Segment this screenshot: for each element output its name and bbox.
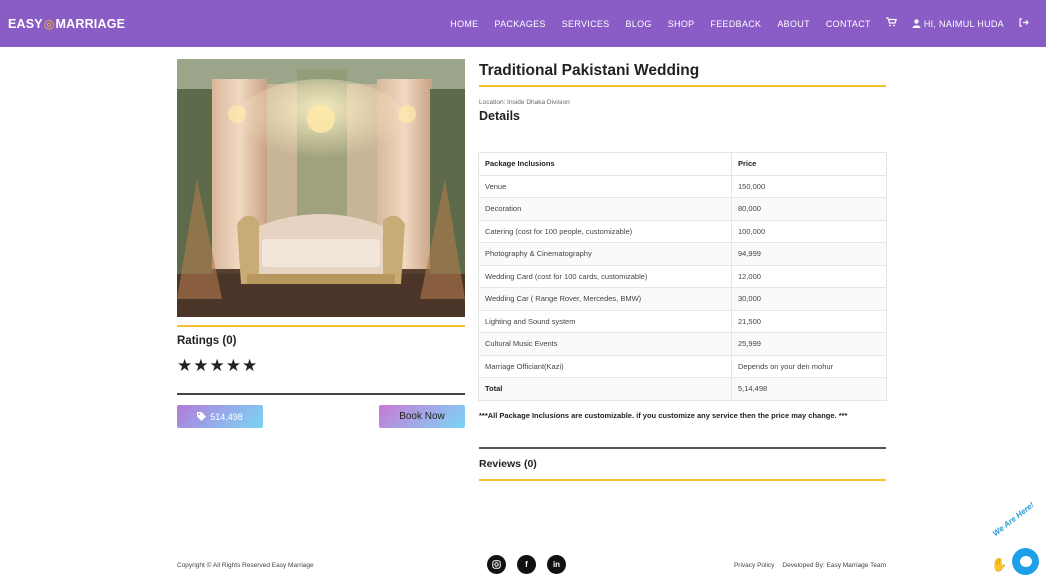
- footer-copyright: Copyright © All Rights Reserved Easy Mar…: [177, 562, 314, 569]
- total-label: Total: [478, 377, 732, 401]
- row-item: Decoration: [478, 197, 732, 221]
- cart-icon[interactable]: [879, 17, 904, 30]
- package-title: Traditional Pakistani Wedding: [479, 62, 700, 79]
- nav-services[interactable]: SERVICES: [554, 19, 618, 29]
- chat-bubble-icon[interactable]: [1012, 548, 1039, 575]
- nav-about[interactable]: ABOUT: [769, 19, 818, 29]
- divider-dark: [177, 393, 465, 395]
- developed-by: Developed By: Easy Marriage Team: [782, 562, 886, 569]
- table-row: Lighting and Sound system 21,500: [478, 309, 887, 333]
- book-now-button[interactable]: Book Now: [379, 405, 465, 428]
- package-inclusions-table: Package Inclusions Price Venue 150,000 D…: [478, 152, 887, 401]
- tag-icon: [197, 412, 207, 421]
- price-button[interactable]: 514,498: [177, 405, 263, 428]
- row-price: 150,000: [731, 174, 887, 198]
- table-row: Cultural Music Events 25,999: [478, 332, 887, 356]
- nav-home[interactable]: HOME: [442, 19, 486, 29]
- row-item: Catering (cost for 100 people, customiza…: [478, 219, 732, 243]
- nav-user[interactable]: HI, NAIMUL HUDA: [904, 19, 1012, 29]
- reviews-divider: [479, 447, 886, 449]
- row-item: Lighting and Sound system: [478, 309, 732, 333]
- header-price: Price: [731, 152, 887, 176]
- brand-logo[interactable]: EASY ◎ MARRIAGE: [8, 0, 125, 47]
- reviews-heading[interactable]: Reviews (0): [479, 458, 537, 470]
- brand-text-right: MARRIAGE: [55, 16, 126, 31]
- row-item: Wedding Car ( Range Rover, Mercedes, BMW…: [478, 287, 732, 311]
- footer-right: Privacy Policy Developed By: Easy Marria…: [734, 562, 886, 569]
- nav-shop[interactable]: SHOP: [660, 19, 703, 29]
- package-image: [177, 59, 465, 317]
- row-item: Photography & Cinematography: [478, 242, 732, 266]
- row-price: 21,500: [731, 309, 887, 333]
- total-value: 5,14,498: [731, 377, 887, 401]
- rating-stars[interactable]: ★★★★★: [177, 356, 258, 376]
- package-location: Location: Inside Dhaka Division: [479, 99, 570, 106]
- table-row: Decoration 80,000: [478, 197, 887, 221]
- table-row: Marriage Officiant(Kazi) Depends on your…: [478, 354, 887, 378]
- nav-feedback[interactable]: FEEDBACK: [702, 19, 769, 29]
- ratings-title: Ratings (0): [177, 335, 237, 347]
- row-item: Marriage Officiant(Kazi): [478, 354, 732, 378]
- header-inclusions: Package Inclusions: [478, 152, 732, 176]
- table-row: Wedding Car ( Range Rover, Mercedes, BMW…: [478, 287, 887, 311]
- row-price: 94,999: [731, 242, 887, 266]
- row-price: 80,000: [731, 197, 887, 221]
- row-price: 100,000: [731, 219, 887, 243]
- reviews-divider-gold: [479, 479, 886, 481]
- table-row: Photography & Cinematography 94,999: [478, 242, 887, 266]
- title-divider: [479, 85, 886, 87]
- instagram-icon[interactable]: [487, 555, 506, 574]
- linkedin-icon[interactable]: in: [547, 555, 566, 574]
- customization-note: ***All Package Inclusions are customizab…: [479, 411, 848, 420]
- nav-contact[interactable]: CONTACT: [818, 19, 879, 29]
- table-row: Catering (cost for 100 people, customiza…: [478, 219, 887, 243]
- chat-label: We Are Here!: [991, 500, 1036, 539]
- row-price: 25,999: [731, 332, 887, 356]
- row-item: Cultural Music Events: [478, 332, 732, 356]
- row-price: 30,000: [731, 287, 887, 311]
- table-row: Venue 150,000: [478, 174, 887, 198]
- social-links: f in: [487, 555, 566, 574]
- table-total-row: Total 5,14,498: [478, 377, 887, 401]
- nav-links: HOME PACKAGES SERVICES BLOG SHOP FEEDBAC…: [442, 0, 1036, 47]
- nav-packages[interactable]: PACKAGES: [486, 19, 553, 29]
- row-item: Venue: [478, 174, 732, 198]
- row-price: 12,000: [731, 264, 887, 288]
- table-header-row: Package Inclusions Price: [478, 152, 887, 176]
- privacy-policy-link[interactable]: Privacy Policy: [734, 562, 774, 569]
- details-heading: Details: [479, 109, 520, 123]
- divider-gold: [177, 325, 465, 327]
- row-price: Depends on your den mohur: [731, 354, 887, 378]
- nav-blog[interactable]: BLOG: [618, 19, 660, 29]
- facebook-icon[interactable]: f: [517, 555, 536, 574]
- user-greeting: HI, NAIMUL HUDA: [923, 18, 1004, 29]
- top-navbar: EASY ◎ MARRIAGE HOME PACKAGES SERVICES B…: [0, 0, 1046, 47]
- ring-icon: ◎: [43, 16, 55, 31]
- price-label: 514,498: [210, 411, 243, 422]
- chat-widget[interactable]: We Are Here! ✋: [988, 500, 1046, 578]
- row-item: Wedding Card (cost for 100 cards, custom…: [478, 264, 732, 288]
- user-icon: [912, 19, 921, 28]
- logout-icon[interactable]: [1012, 17, 1036, 30]
- table-row: Wedding Card (cost for 100 cards, custom…: [478, 264, 887, 288]
- brand-text-left: EASY: [8, 16, 43, 31]
- wave-hand-icon: ✋: [991, 557, 1008, 572]
